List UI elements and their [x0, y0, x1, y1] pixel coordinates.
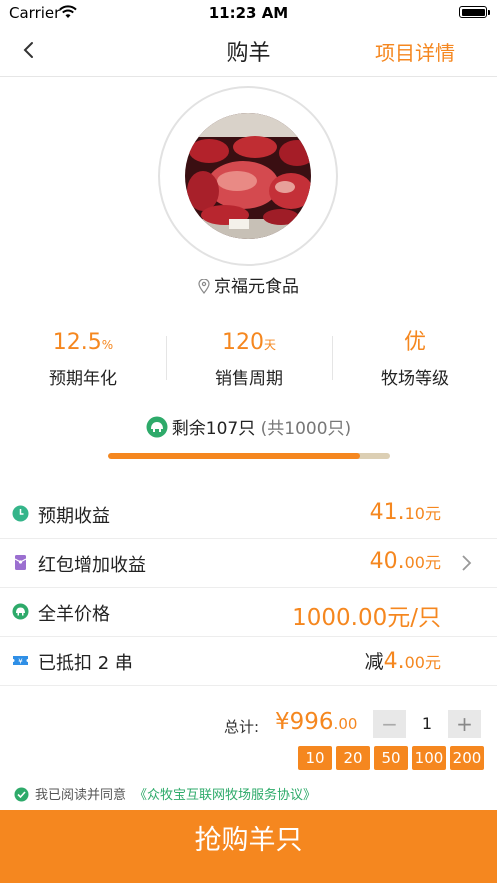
- row-expected-income: 预期收益 41.10元: [0, 490, 497, 539]
- decrease-button[interactable]: −: [373, 710, 406, 738]
- location-pin-icon: [198, 278, 210, 299]
- stat-value: 12.5: [52, 330, 102, 355]
- stat-unit: %: [101, 338, 114, 352]
- row-label: 已抵扣 2 串: [38, 653, 133, 674]
- row-whole-sheep-price: 全羊价格 1000.00元/只: [0, 588, 497, 637]
- stat-label: 预期年化: [49, 369, 117, 389]
- remaining-count: 剩余107只: [171, 419, 256, 439]
- product-image-ring: [158, 86, 338, 266]
- info-list: 预期收益 41.10元 红包增加收益 40.00元 全羊价格 1000.00元/…: [0, 490, 497, 686]
- row-value: 减4.00元: [364, 649, 441, 674]
- quantity-stepper: − 1 +: [373, 710, 481, 738]
- location-name: 京福元食品: [214, 277, 299, 297]
- agreement-text: 我已阅读并同意: [35, 788, 127, 803]
- order-total: 总计: ¥996.00 − 1 +: [0, 706, 497, 742]
- red-packet-icon: [12, 554, 29, 571]
- stat-ranch-grade: 优 牧场等级: [332, 328, 497, 389]
- ticket-icon: ¥: [12, 652, 29, 669]
- quick-qty-200[interactable]: 200: [450, 746, 484, 770]
- row-value: 41.10元: [369, 500, 441, 525]
- remaining-stock: 剩余107只 (共1000只): [0, 414, 497, 443]
- quick-qty-10[interactable]: 10: [298, 746, 332, 770]
- sheep-icon: [12, 603, 29, 620]
- stat-label: 销售周期: [215, 369, 283, 389]
- checkmark-circle-icon[interactable]: [14, 787, 29, 806]
- sheep-icon: [146, 416, 168, 443]
- row-label: 红包增加收益: [38, 555, 146, 576]
- status-bar: Carrier 11:23 AM: [0, 0, 497, 26]
- total-label: 总计:: [224, 718, 260, 736]
- project-detail-link[interactable]: 项目详情: [375, 37, 455, 66]
- svg-text:¥: ¥: [18, 658, 23, 666]
- row-label: 预期收益: [38, 506, 110, 527]
- sales-progress-fill: [108, 453, 360, 459]
- increase-button[interactable]: +: [448, 710, 481, 738]
- quick-qty-20[interactable]: 20: [336, 746, 370, 770]
- buy-sheep-button[interactable]: 抢购羊只: [0, 810, 497, 883]
- battery-icon: [459, 6, 490, 18]
- row-discount: ¥ 已抵扣 2 串 减4.00元: [0, 637, 497, 686]
- agreement-link[interactable]: 《众牧宝互联网牧场服务协议》: [134, 788, 316, 803]
- chevron-right-icon[interactable]: [461, 553, 473, 577]
- stat-annual-yield: 12.5% 预期年化: [0, 328, 166, 389]
- row-value: 40.00元: [369, 549, 441, 574]
- location-line: 京福元食品: [0, 272, 497, 299]
- row-redpacket-income[interactable]: 红包增加收益 40.00元: [0, 539, 497, 588]
- quick-qty-100[interactable]: 100: [412, 746, 446, 770]
- total-value: ¥996.00: [275, 709, 358, 735]
- stat-unit: 天: [263, 338, 276, 352]
- quantity-value[interactable]: 1: [410, 710, 444, 738]
- clock: 11:23 AM: [208, 4, 289, 22]
- nav-bar: 购羊 项目详情: [0, 26, 497, 77]
- sales-progress-bar: [108, 453, 390, 459]
- clock-icon: [12, 505, 29, 522]
- row-value: 1000.00元/只: [292, 605, 441, 631]
- stat-value: 120: [221, 330, 264, 355]
- meat-photo: [185, 113, 311, 239]
- row-label: 全羊价格: [38, 604, 110, 625]
- quick-quantity-buttons: 10 20 50 100 200: [298, 746, 484, 770]
- stat-value: 优: [403, 330, 426, 355]
- stat-sales-period: 120天 销售周期: [166, 328, 332, 389]
- remaining-total: (共1000只): [260, 419, 352, 439]
- agreement-line: 我已阅读并同意 《众牧宝互联网牧场服务协议》: [14, 784, 316, 806]
- quick-qty-50[interactable]: 50: [374, 746, 408, 770]
- stat-label: 牧场等级: [381, 369, 449, 389]
- stats-panel: 12.5% 预期年化 120天 销售周期 优 牧场等级: [0, 328, 497, 398]
